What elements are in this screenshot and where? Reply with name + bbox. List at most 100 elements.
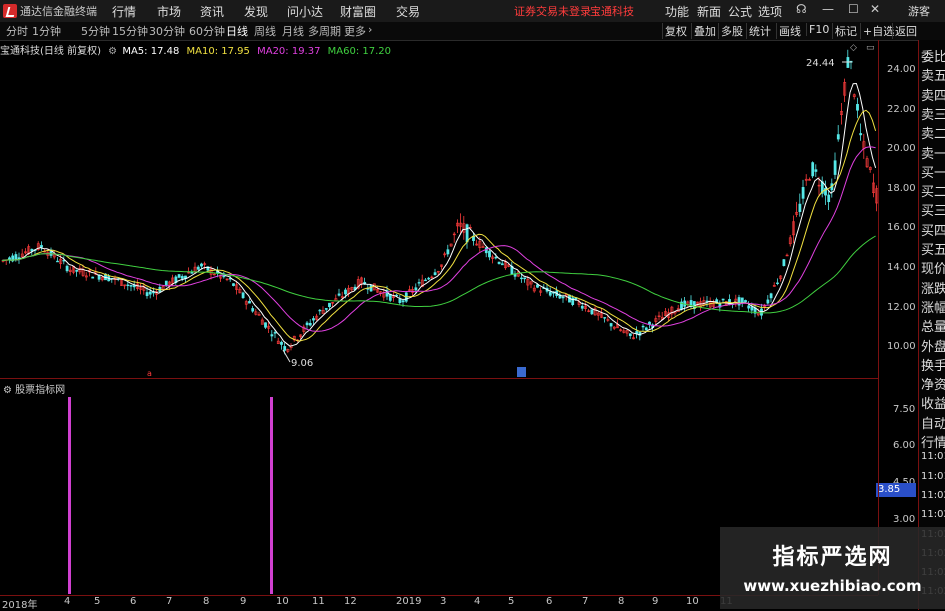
- side-item: 卖四: [921, 88, 945, 104]
- period-1min[interactable]: 1分钟: [32, 23, 61, 39]
- candle-body: [305, 322, 309, 326]
- guest-label[interactable]: 游客: [908, 3, 930, 19]
- btn-duogu[interactable]: 多股: [718, 23, 745, 39]
- btn-biaoji[interactable]: 标记: [832, 23, 859, 39]
- side-item: 外盘: [921, 339, 945, 355]
- btn-tongji[interactable]: 统计: [746, 23, 773, 39]
- stock-name-title: 宝通科技: [590, 5, 634, 18]
- candle-body: [152, 291, 155, 294]
- menu-gongneng[interactable]: 功能: [665, 3, 689, 20]
- close-icon[interactable]: ✕: [870, 2, 880, 16]
- period-daily[interactable]: 日线: [226, 23, 248, 39]
- price-tick: 20.00: [887, 143, 916, 154]
- side-item: 涨幅: [921, 300, 945, 316]
- maximize-icon[interactable]: ☐: [848, 2, 859, 16]
- candle-body: [40, 245, 43, 248]
- menu-xuanxiang[interactable]: 选项: [758, 3, 782, 20]
- time-tick: 4: [64, 596, 71, 607]
- candlestick-chart[interactable]: 24.44 9.06 a ◇ ▭: [0, 40, 878, 378]
- candle-body: [744, 300, 747, 303]
- side-item: 现价: [921, 262, 945, 278]
- ind-tick: 3.00: [893, 514, 916, 525]
- high-annotation: 24.44: [806, 58, 835, 69]
- candle-body: [747, 305, 751, 309]
- time-tick: 10: [686, 596, 699, 607]
- marker-blue: [517, 367, 526, 377]
- watermark: 指标严选网 www.xuezhibiao.com: [720, 527, 945, 609]
- candle-body: [56, 260, 59, 263]
- menu-xinmian[interactable]: 新面: [697, 3, 721, 20]
- side-item: 买五: [921, 243, 945, 258]
- btn-zixuan[interactable]: +自选: [860, 23, 896, 39]
- chevron-right-icon[interactable]: ›: [368, 23, 372, 36]
- candle-body: [264, 322, 267, 328]
- time-tick: 2019: [396, 596, 422, 607]
- candle-body: [641, 325, 645, 328]
- period-60min[interactable]: 60分钟: [189, 23, 225, 39]
- candle-body: [769, 293, 773, 299]
- side-item: 买一: [921, 165, 945, 181]
- period-15min[interactable]: 15分钟: [112, 23, 148, 39]
- period-more[interactable]: 更多: [344, 23, 366, 39]
- ind-tick: 6.00: [893, 440, 916, 451]
- btn-diejia[interactable]: 叠加: [691, 23, 718, 39]
- btn-fuquan[interactable]: 复权: [662, 23, 689, 39]
- price-tick: 24.00: [887, 64, 916, 75]
- time-tick: 12: [344, 596, 357, 607]
- headset-icon[interactable]: ☊: [796, 2, 807, 16]
- side-item: 净资: [921, 378, 945, 394]
- candle-body: [721, 298, 725, 301]
- minimize-icon[interactable]: —: [822, 2, 834, 16]
- menu-jiaoyi[interactable]: 交易: [396, 3, 420, 20]
- candle-body: [308, 322, 312, 326]
- candle-body: [740, 297, 744, 303]
- candle-body: [465, 224, 469, 243]
- candle-body: [417, 282, 421, 284]
- time-tick: 11: [312, 596, 325, 607]
- time-tick: 9: [240, 596, 247, 607]
- candle-body: [344, 289, 347, 295]
- diamond-icon[interactable]: ◇: [850, 43, 857, 53]
- period-weekly[interactable]: 周线: [254, 23, 276, 39]
- btn-huaxian[interactable]: 画线: [776, 23, 803, 39]
- period-multi[interactable]: 多周期: [308, 23, 341, 39]
- candle-body: [766, 299, 770, 304]
- menu-caifuquan[interactable]: 财富圈: [340, 3, 376, 20]
- candle-body: [273, 332, 277, 334]
- login-notice[interactable]: 证券交易未登录: [514, 3, 591, 19]
- window-icon[interactable]: ▭: [866, 43, 875, 53]
- menu-gongshi[interactable]: 公式: [728, 3, 752, 20]
- marker-red: a: [147, 369, 152, 378]
- period-fenshi[interactable]: 分时: [6, 23, 28, 39]
- candle-body: [180, 276, 184, 279]
- candle-body: [798, 203, 802, 212]
- candle-body: [401, 300, 405, 303]
- candle-body: [571, 297, 575, 305]
- time-tick: 6: [546, 596, 553, 607]
- price-tick: 22.00: [887, 104, 916, 115]
- side-item: 买二: [921, 185, 945, 201]
- menu-wenxiaoda[interactable]: 问小达: [287, 3, 323, 20]
- candle-body: [328, 302, 331, 308]
- indicator-bar: [68, 397, 71, 594]
- indicator-bar: [270, 397, 273, 594]
- ma-line: [1, 82, 877, 347]
- menu-shichang[interactable]: 市场: [157, 3, 181, 20]
- candle-body: [782, 259, 786, 266]
- period-5min[interactable]: 5分钟: [81, 23, 110, 39]
- candle-body: [859, 133, 863, 136]
- candle-body: [814, 169, 818, 172]
- btn-f10[interactable]: F10: [806, 23, 831, 36]
- time-tick: 8: [618, 596, 625, 607]
- menu-zixun[interactable]: 资讯: [200, 3, 224, 20]
- side-item: 行情: [921, 436, 945, 451]
- candle-body: [523, 277, 527, 280]
- menu-hangqing[interactable]: 行情: [112, 3, 136, 20]
- btn-fanhui[interactable]: 返回: [892, 23, 919, 39]
- period-monthly[interactable]: 月线: [282, 23, 304, 39]
- candle-body: [827, 194, 831, 203]
- menu-faxian[interactable]: 发现: [244, 3, 268, 20]
- candle-body: [132, 285, 136, 288]
- period-30min[interactable]: 30分钟: [149, 23, 185, 39]
- candle-body: [270, 334, 274, 337]
